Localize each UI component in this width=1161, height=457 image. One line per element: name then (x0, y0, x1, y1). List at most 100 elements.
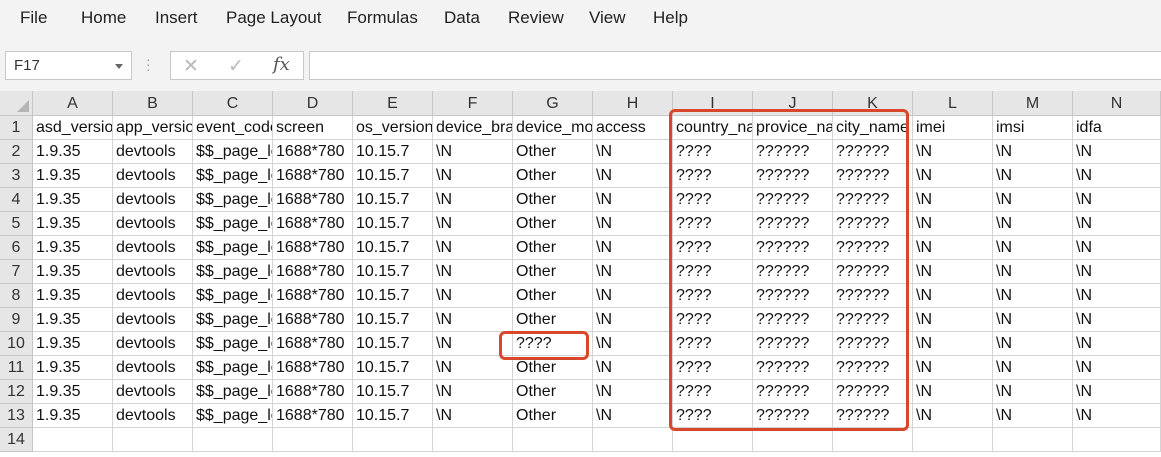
cell-j12[interactable]: ?????? (753, 380, 833, 404)
cell-f10[interactable]: \N (433, 332, 513, 356)
cell-f11[interactable]: \N (433, 356, 513, 380)
cell-e8[interactable]: 10.15.7 (353, 284, 433, 308)
cell-l9[interactable]: \N (913, 308, 993, 332)
cell-c14[interactable] (193, 428, 273, 452)
column-header-i[interactable]: I (673, 91, 753, 116)
cell-e14[interactable] (353, 428, 433, 452)
cell-n3[interactable]: \N (1073, 164, 1161, 188)
cell-m12[interactable]: \N (993, 380, 1073, 404)
menu-page-layout[interactable]: Page Layout (226, 8, 321, 28)
cell-f13[interactable]: \N (433, 404, 513, 428)
cell-f14[interactable] (433, 428, 513, 452)
cell-e1[interactable]: os_version (353, 116, 433, 140)
cell-j2[interactable]: ?????? (753, 140, 833, 164)
cell-f8[interactable]: \N (433, 284, 513, 308)
cell-d14[interactable] (273, 428, 353, 452)
cell-a3[interactable]: 1.9.35 (33, 164, 113, 188)
cell-g4[interactable]: Other (513, 188, 593, 212)
cell-g13[interactable]: Other (513, 404, 593, 428)
row-header-11[interactable]: 11 (0, 356, 33, 380)
cell-d12[interactable]: 1688*780 (273, 380, 353, 404)
cell-e4[interactable]: 10.15.7 (353, 188, 433, 212)
cell-l13[interactable]: \N (913, 404, 993, 428)
cell-c4[interactable]: $$_page_leave (193, 188, 273, 212)
cell-a13[interactable]: 1.9.35 (33, 404, 113, 428)
column-header-m[interactable]: M (993, 91, 1073, 116)
cell-e6[interactable]: 10.15.7 (353, 236, 433, 260)
cell-c12[interactable]: $$_page_leave (193, 380, 273, 404)
cell-k3[interactable]: ?????? (833, 164, 913, 188)
cell-i6[interactable]: ???? (673, 236, 753, 260)
cell-n6[interactable]: \N (1073, 236, 1161, 260)
row-header-14[interactable]: 14 (0, 428, 33, 452)
row-header-13[interactable]: 13 (0, 404, 33, 428)
cell-d10[interactable]: 1688*780 (273, 332, 353, 356)
cell-a11[interactable]: 1.9.35 (33, 356, 113, 380)
enter-icon[interactable]: ✓ (228, 55, 244, 78)
cell-e7[interactable]: 10.15.7 (353, 260, 433, 284)
insert-function-icon[interactable]: fx (273, 54, 290, 75)
column-header-d[interactable]: D (273, 91, 353, 116)
cell-b2[interactable]: devtools (113, 140, 193, 164)
cell-l10[interactable]: \N (913, 332, 993, 356)
cell-j11[interactable]: ?????? (753, 356, 833, 380)
cell-h14[interactable] (593, 428, 673, 452)
cell-i3[interactable]: ???? (673, 164, 753, 188)
menu-data[interactable]: Data (444, 8, 480, 28)
cell-c11[interactable]: $$_page_leave (193, 356, 273, 380)
cell-d11[interactable]: 1688*780 (273, 356, 353, 380)
column-header-e[interactable]: E (353, 91, 433, 116)
cell-c10[interactable]: $$_page_leave (193, 332, 273, 356)
column-header-f[interactable]: F (433, 91, 513, 116)
cell-d2[interactable]: 1688*780 (273, 140, 353, 164)
cell-h6[interactable]: \N (593, 236, 673, 260)
column-header-c[interactable]: C (193, 91, 273, 116)
cell-h9[interactable]: \N (593, 308, 673, 332)
cell-a5[interactable]: 1.9.35 (33, 212, 113, 236)
cell-c8[interactable]: $$_page_leave (193, 284, 273, 308)
cell-a14[interactable] (33, 428, 113, 452)
cell-m5[interactable]: \N (993, 212, 1073, 236)
cell-g8[interactable]: Other (513, 284, 593, 308)
menu-help[interactable]: Help (653, 8, 688, 28)
menu-review[interactable]: Review (508, 8, 564, 28)
cell-k5[interactable]: ?????? (833, 212, 913, 236)
cell-k13[interactable]: ?????? (833, 404, 913, 428)
cell-n4[interactable]: \N (1073, 188, 1161, 212)
cell-i5[interactable]: ???? (673, 212, 753, 236)
cell-c2[interactable]: $$_page_leave (193, 140, 273, 164)
cell-e11[interactable]: 10.15.7 (353, 356, 433, 380)
cell-g5[interactable]: Other (513, 212, 593, 236)
cell-h5[interactable]: \N (593, 212, 673, 236)
cell-d8[interactable]: 1688*780 (273, 284, 353, 308)
cell-b12[interactable]: devtools (113, 380, 193, 404)
cell-i10[interactable]: ???? (673, 332, 753, 356)
row-header-4[interactable]: 4 (0, 188, 33, 212)
cell-i1[interactable]: country_name (673, 116, 753, 140)
cell-c1[interactable]: event_code (193, 116, 273, 140)
row-header-6[interactable]: 6 (0, 236, 33, 260)
cell-g11[interactable]: Other (513, 356, 593, 380)
cell-n13[interactable]: \N (1073, 404, 1161, 428)
menu-insert[interactable]: Insert (155, 8, 198, 28)
cell-e10[interactable]: 10.15.7 (353, 332, 433, 356)
cell-j13[interactable]: ?????? (753, 404, 833, 428)
column-header-l[interactable]: L (913, 91, 993, 116)
cell-m14[interactable] (993, 428, 1073, 452)
cell-n14[interactable] (1073, 428, 1161, 452)
cell-h10[interactable]: \N (593, 332, 673, 356)
cell-c7[interactable]: $$_page_leave (193, 260, 273, 284)
cell-b5[interactable]: devtools (113, 212, 193, 236)
cell-j14[interactable] (753, 428, 833, 452)
cell-c5[interactable]: $$_page_leave (193, 212, 273, 236)
cell-a1[interactable]: asd_version (33, 116, 113, 140)
menu-home[interactable]: Home (81, 8, 126, 28)
row-header-12[interactable]: 12 (0, 380, 33, 404)
cell-e3[interactable]: 10.15.7 (353, 164, 433, 188)
cell-i12[interactable]: ???? (673, 380, 753, 404)
cell-d13[interactable]: 1688*780 (273, 404, 353, 428)
column-header-h[interactable]: H (593, 91, 673, 116)
cell-c3[interactable]: $$_page_leave (193, 164, 273, 188)
cell-n2[interactable]: \N (1073, 140, 1161, 164)
row-header-5[interactable]: 5 (0, 212, 33, 236)
